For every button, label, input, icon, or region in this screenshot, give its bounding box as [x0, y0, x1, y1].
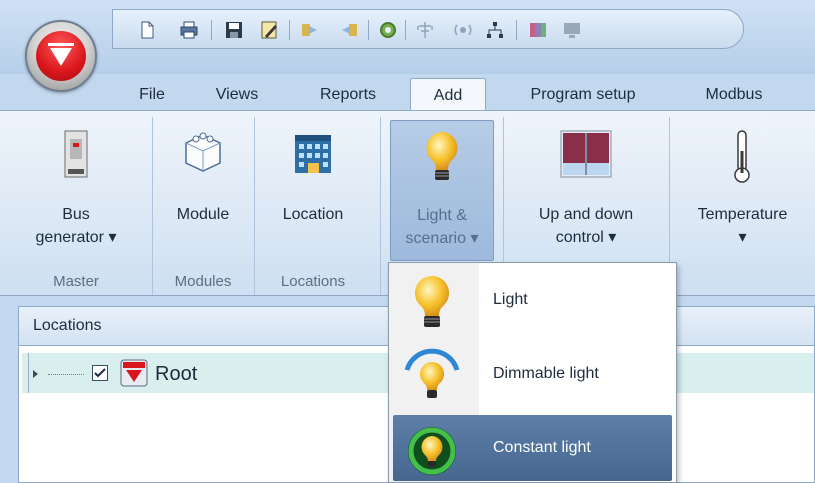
location-label: Location [282, 206, 344, 223]
tab-program-setup[interactable]: Program setup [500, 78, 666, 110]
menu-item-light-label: Light [493, 291, 528, 308]
panel-title: Locations [33, 317, 102, 334]
light-bulb-icon [414, 275, 450, 327]
light-scenario-button[interactable]: Light & scenario ▾ [390, 120, 494, 261]
menu-item-dimmable-light[interactable]: Dimmable light [393, 341, 672, 407]
up-down-control-button[interactable]: Up and down control ▾ [504, 111, 668, 263]
constant-light-icon [408, 427, 456, 475]
group-label-locations: Locations [280, 273, 346, 290]
tab-file[interactable]: File [124, 78, 180, 110]
menu-item-constant-light[interactable]: Constant light [393, 415, 672, 481]
palette-icon[interactable] [529, 21, 547, 39]
light-scenario-label: Light & scenario ▾ [405, 207, 479, 247]
window-blind-icon [560, 130, 612, 178]
module-button[interactable]: Module [153, 111, 253, 263]
up-down-control-label: Up and down control ▾ [538, 206, 634, 246]
light-scenario-dropdown: Light Dimmable light Constant light [388, 262, 677, 483]
edit-document-icon[interactable] [261, 21, 279, 39]
light-bulb-icon [426, 132, 458, 180]
wireless-icon[interactable] [454, 21, 472, 39]
checkmark-icon [94, 368, 106, 378]
application-menu-button[interactable] [25, 20, 97, 92]
menu-item-dimmable-light-label: Dimmable light [493, 365, 599, 382]
tab-reports[interactable]: Reports [301, 78, 395, 110]
forward-icon[interactable] [301, 21, 319, 39]
root-checkbox[interactable] [92, 365, 108, 381]
menu-item-light[interactable]: Light [393, 267, 672, 333]
bus-generator-label: Bus generator ▾ [35, 206, 117, 246]
location-button[interactable]: Location [255, 111, 371, 263]
brand-logo-icon [36, 31, 86, 81]
save-icon[interactable] [225, 21, 243, 39]
back-icon[interactable] [340, 21, 358, 39]
settings-icon[interactable] [379, 21, 397, 39]
module-label: Module [176, 206, 230, 223]
menu-item-constant-light-label: Constant light [493, 439, 591, 456]
temperature-button[interactable]: Temperature ▾ [670, 111, 815, 263]
print-icon[interactable] [180, 21, 198, 39]
group-label-master: Master [53, 273, 99, 290]
bus-generator-icon [64, 130, 88, 178]
antenna-icon[interactable] [416, 21, 434, 39]
brand-logo-icon [120, 359, 148, 387]
group-label-modules: Modules [174, 273, 232, 290]
temperature-label: Temperature ▾ [697, 206, 788, 246]
tab-views[interactable]: Views [202, 78, 272, 110]
tree-label-root: Root [155, 363, 198, 385]
quick-access-toolbar [112, 9, 744, 49]
new-file-icon[interactable] [138, 21, 156, 39]
expand-arrow-icon[interactable] [33, 370, 38, 378]
application-window: File Views Reports Add Program setup Mod… [0, 0, 815, 483]
network-icon[interactable] [486, 21, 504, 39]
dimmable-light-icon [404, 348, 460, 398]
bus-generator-button[interactable]: Bus generator ▾ [0, 111, 152, 263]
module-icon [185, 132, 221, 172]
tab-add[interactable]: Add [410, 78, 486, 110]
building-icon [295, 135, 331, 173]
thermometer-icon [734, 130, 750, 183]
ribbon-tabs: File Views Reports Add Program setup Mod… [0, 78, 815, 110]
tab-modbus[interactable]: Modbus [680, 78, 788, 110]
monitor-icon[interactable] [563, 21, 581, 39]
